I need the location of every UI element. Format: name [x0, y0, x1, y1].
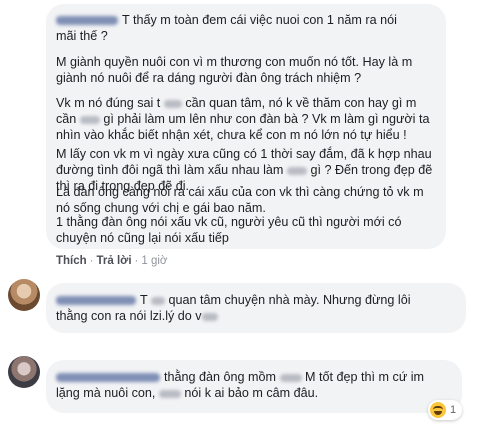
avatar[interactable] [8, 279, 40, 311]
separator: · [134, 255, 139, 267]
redacted-word [201, 312, 218, 321]
comment-text: M giành quyền nuôi con vì m thương con m… [56, 55, 413, 85]
comment-text: thằng đàn ông mồm M tốt đẹp thì m cứ im … [56, 370, 425, 400]
author-name-blurred[interactable] [56, 16, 118, 26]
redacted-word [286, 166, 307, 175]
redacted-word [158, 389, 181, 398]
like-link[interactable]: Thích [56, 255, 87, 267]
author-name-blurred[interactable] [56, 296, 136, 306]
author-name-blurred[interactable] [56, 373, 160, 383]
comment-actions: Thích · Trả lời · 1 giờ [56, 255, 167, 267]
separator: · [89, 255, 94, 267]
comment-text: Vk m nó đúng sai t cần quan tâm, nó k về… [56, 96, 430, 142]
redacted-word [150, 296, 165, 305]
redacted-word [163, 99, 182, 108]
comment-text: T thấy m toàn đem cái việc nuoi con 1 nă… [56, 13, 397, 43]
reply-link[interactable]: Trả lời [97, 255, 132, 267]
comment-text: 1 thằng đàn ông nói xấu vk cũ, người yêu… [56, 215, 402, 245]
redacted-word [79, 115, 100, 124]
redacted-word [279, 373, 302, 382]
reaction-count: 1 [450, 404, 457, 416]
reaction-summary[interactable]: 1 [428, 400, 463, 420]
timestamp[interactable]: 1 giờ [141, 255, 167, 267]
haha-emoji-icon [430, 402, 446, 418]
comment-text: Là đàn ông càng nói ra cái xấu của con v… [56, 185, 424, 215]
comment-text: T quan tâm chuyện nhà mày. Nhưng đừng lô… [56, 293, 411, 323]
avatar[interactable] [8, 356, 40, 388]
